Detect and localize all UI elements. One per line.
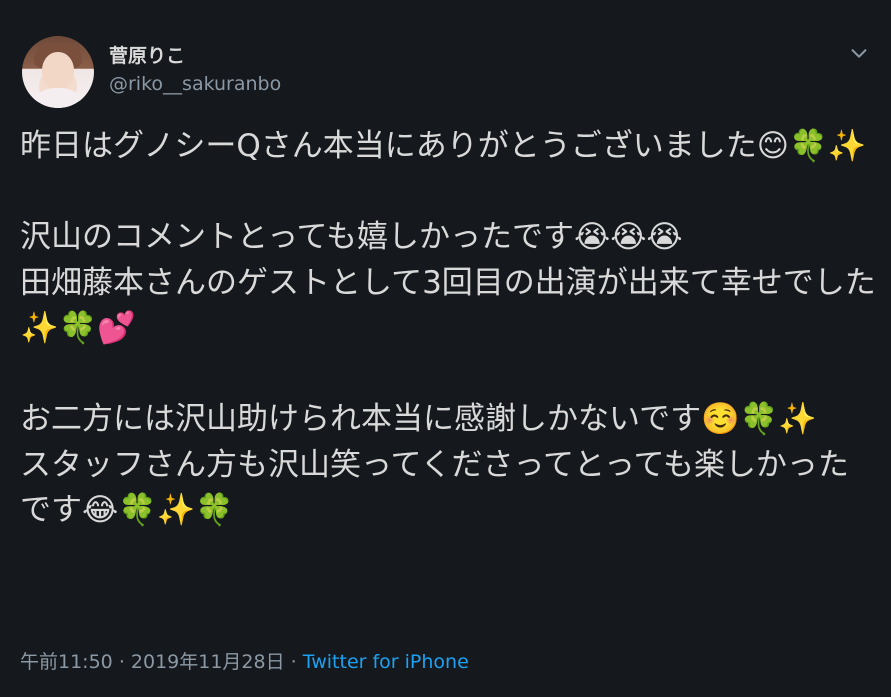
tweet-time[interactable]: 午前11:50 [20,651,113,673]
display-name[interactable]: 菅原りこ [109,41,185,68]
user-handle[interactable]: @riko__sakuranbo [109,73,281,95]
avatar-face [42,52,74,90]
avatar[interactable] [22,36,94,108]
tweet-metadata: 午前11:50 · 2019年11月28日 · Twitter for iPho… [20,647,469,674]
tweet-source-link[interactable]: Twitter for iPhone [303,651,469,673]
tweet-date[interactable]: 2019年11月28日 [131,651,285,673]
chevron-down-icon[interactable] [848,42,870,64]
tweet-text: 昨日はグノシーQさん本当にありがとうございました😊🍀✨ 沢山のコメントとっても嬉… [20,128,876,528]
avatar-shirt [26,88,90,108]
tweet-card: 菅原りこ @riko__sakuranbo 昨日はグノシーQさん本当にありがとう… [0,0,891,697]
meta-separator: · [118,651,125,673]
meta-separator: · [290,651,297,673]
